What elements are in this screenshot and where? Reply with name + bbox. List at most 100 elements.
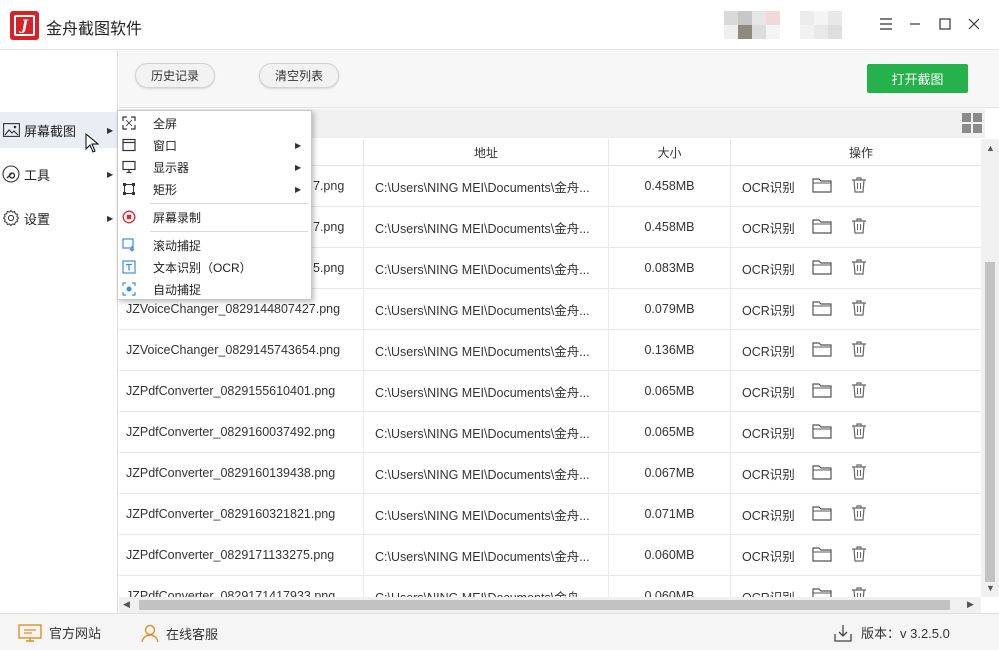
file-name: 5.png: [313, 261, 345, 275]
ocr-button[interactable]: OCR识别: [742, 207, 802, 247]
open-folder-icon[interactable]: [812, 340, 832, 358]
horizontal-scrollbar[interactable]: ◀ ▶: [119, 597, 981, 613]
ocr-button[interactable]: OCR识别: [742, 576, 802, 598]
menu-item-label: 自动捕捉: [153, 282, 202, 297]
menu-item-auto-capture[interactable]: 自动捕捉: [118, 278, 311, 300]
wrench-icon: [2, 165, 20, 183]
trash-icon[interactable]: [850, 504, 870, 522]
scroll-down-icon[interactable]: ▼: [986, 583, 995, 593]
file-size: 0.458MB: [644, 179, 695, 193]
table-row[interactable]: JZPdfConverter_0829160037492.png C:\Users…: [119, 412, 981, 453]
trash-icon[interactable]: [850, 299, 870, 317]
download-icon: [834, 624, 852, 642]
support-link[interactable]: 在线客服: [140, 623, 218, 643]
ocr-button[interactable]: OCR识别: [742, 248, 802, 288]
menu-item-screen-record[interactable]: 屏幕录制: [118, 206, 311, 228]
chevron-right-icon: ▶: [107, 125, 114, 135]
open-folder-icon[interactable]: [812, 586, 832, 597]
minimize-icon[interactable]: [903, 12, 927, 36]
sidebar-item-label: 屏幕截图: [24, 123, 77, 139]
file-size: 0.071MB: [644, 507, 695, 521]
menu-item-text-ocr[interactable]: 文本识别（OCR）: [118, 256, 311, 278]
website-link[interactable]: 官方网站: [18, 623, 101, 642]
file-path: C:\Users\NING MEI\Documents\金舟...: [375, 221, 590, 236]
trash-icon[interactable]: [850, 217, 870, 235]
open-folder-icon[interactable]: [812, 299, 832, 317]
menu-item-monitor[interactable]: 显示器 ▶: [118, 156, 311, 178]
vertical-scrollbar[interactable]: ▲ ▼: [981, 139, 999, 597]
ocr-button[interactable]: OCR识别: [742, 371, 802, 411]
sidebar-item-tools[interactable]: 工具 ▶: [0, 156, 118, 192]
monitor-icon: [18, 623, 42, 642]
support-label: 在线客服: [166, 626, 219, 642]
ocr-button[interactable]: OCR识别: [742, 412, 802, 452]
file-size: 0.136MB: [644, 343, 695, 357]
open-folder-icon[interactable]: [812, 176, 832, 194]
grid-view-icon[interactable]: [962, 113, 982, 133]
file-path: C:\Users\NING MEI\Documents\金舟...: [375, 303, 590, 318]
open-folder-icon[interactable]: [812, 504, 832, 522]
ocr-button[interactable]: OCR识别: [742, 535, 802, 575]
trash-icon[interactable]: [850, 422, 870, 440]
menu-item-label: 显示器: [153, 160, 190, 175]
file-name: JZPdfConverter_0829171417933.png: [126, 589, 336, 597]
menu-item-fullscreen[interactable]: 全屏: [118, 112, 311, 134]
scroll-up-icon[interactable]: ▲: [986, 143, 995, 153]
table-row[interactable]: JZPdfConverter_0829171417933.png C:\Users…: [119, 576, 981, 597]
column-header-address[interactable]: 地址: [364, 139, 608, 166]
horizontal-scroll-thumb[interactable]: [139, 600, 950, 610]
status-bar: 官方网站 在线客服 版本：v 3.2.5.0: [0, 613, 999, 650]
trash-icon[interactable]: [850, 381, 870, 399]
table-row[interactable]: JZPdfConverter_0829155610401.png C:\Users…: [119, 371, 981, 412]
history-button[interactable]: 历史记录: [135, 63, 215, 88]
menu-divider: [150, 203, 308, 204]
file-name: JZPdfConverter_0829155610401.png: [126, 384, 336, 398]
file-path: C:\Users\NING MEI\Documents\金舟...: [375, 508, 590, 523]
trash-icon[interactable]: [850, 176, 870, 194]
ocr-button[interactable]: OCR识别: [742, 166, 802, 206]
open-folder-icon[interactable]: [812, 381, 832, 399]
ocr-button[interactable]: OCR识别: [742, 289, 802, 329]
sidebar-item-screenshot[interactable]: 屏幕截图 ▶: [0, 112, 118, 148]
ocr-button[interactable]: OCR识别: [742, 494, 802, 534]
open-folder-icon[interactable]: [812, 217, 832, 235]
rectangle-icon: [123, 183, 135, 195]
table-row[interactable]: JZVoiceChanger_0829145743654.png C:\Users…: [119, 330, 981, 371]
vertical-scroll-thumb[interactable]: [985, 262, 995, 582]
open-folder-icon[interactable]: [812, 545, 832, 563]
trash-icon[interactable]: [850, 545, 870, 563]
chevron-right-icon: ▶: [295, 184, 302, 194]
maximize-icon[interactable]: [933, 12, 957, 36]
app-logo: J: [10, 11, 39, 40]
trash-icon[interactable]: [850, 463, 870, 481]
close-icon[interactable]: [962, 12, 986, 36]
open-folder-icon[interactable]: [812, 258, 832, 276]
table-row[interactable]: JZPdfConverter_0829160139438.png C:\Users…: [119, 453, 981, 494]
menu-item-rectangle[interactable]: 矩形 ▶: [118, 178, 311, 200]
file-path: C:\Users\NING MEI\Documents\金舟...: [375, 576, 605, 598]
scroll-right-icon[interactable]: ▶: [967, 599, 974, 610]
ocr-button[interactable]: OCR识别: [742, 330, 802, 370]
column-header-size[interactable]: 大小: [609, 139, 730, 166]
menu-item-window[interactable]: 窗口 ▶: [118, 134, 311, 156]
scroll-left-icon[interactable]: ◀: [123, 599, 130, 610]
menu-item-label: 矩形: [153, 182, 178, 197]
version-info[interactable]: 版本：v 3.2.5.0: [834, 623, 950, 642]
menu-icon[interactable]: [874, 12, 898, 36]
open-folder-icon[interactable]: [812, 463, 832, 481]
open-folder-icon[interactable]: [812, 422, 832, 440]
trash-icon[interactable]: [850, 586, 870, 597]
clear-list-button[interactable]: 清空列表: [259, 63, 339, 88]
mouse-cursor-icon: [85, 133, 99, 153]
open-screenshot-button[interactable]: 打开截图: [867, 64, 968, 93]
version-label: 版本：v 3.2.5.0: [861, 626, 950, 641]
sidebar-item-settings[interactable]: 设置 ▶: [0, 200, 118, 236]
sidebar: 屏幕截图 ▶ 工具 ▶ 设置 ▶: [0, 50, 118, 613]
table-row[interactable]: JZPdfConverter_0829160321821.png C:\Users…: [119, 494, 981, 535]
file-size: 0.065MB: [644, 425, 695, 439]
ocr-button[interactable]: OCR识别: [742, 453, 802, 493]
trash-icon[interactable]: [850, 340, 870, 358]
table-row[interactable]: JZPdfConverter_0829171133275.png C:\Users…: [119, 535, 981, 576]
trash-icon[interactable]: [850, 258, 870, 276]
menu-item-scroll-capture[interactable]: 滚动捕捉: [118, 234, 311, 256]
